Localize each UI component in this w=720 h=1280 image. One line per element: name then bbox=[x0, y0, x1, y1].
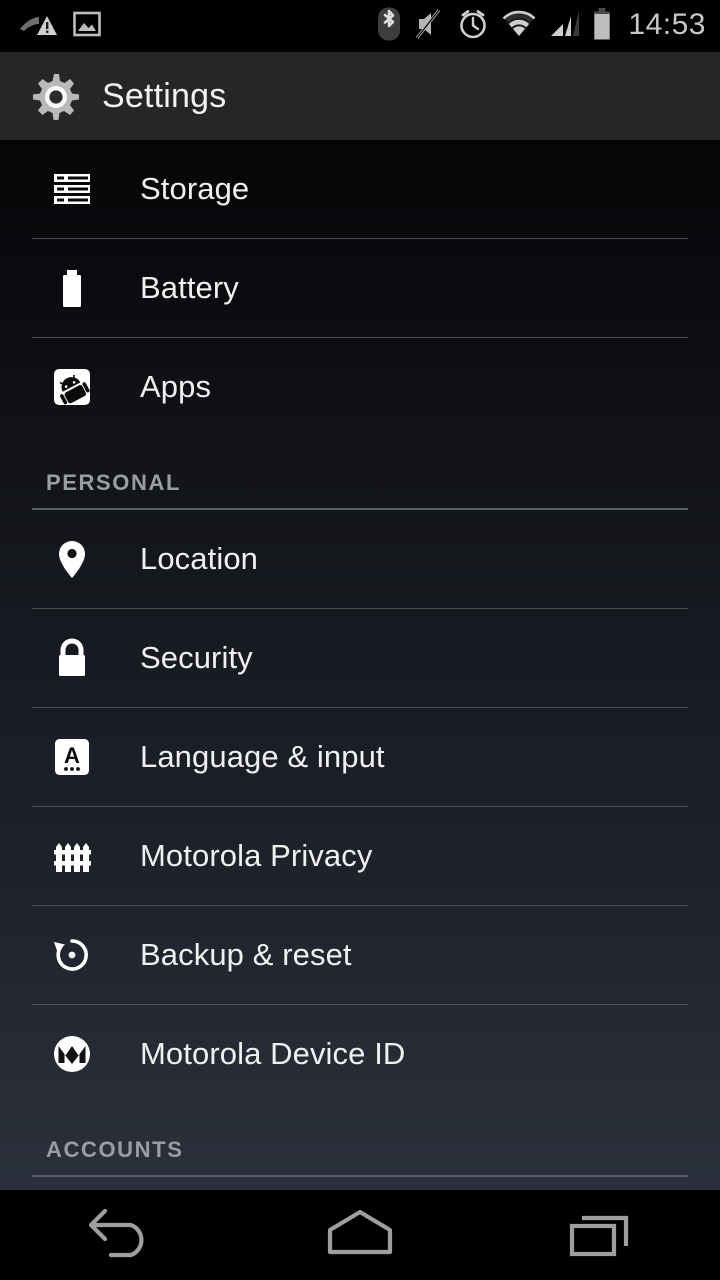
section-label: ACCOUNTS bbox=[46, 1137, 184, 1162]
screenshot-image-icon bbox=[72, 9, 102, 44]
svg-text:A: A bbox=[64, 743, 80, 768]
wifi-icon bbox=[502, 10, 536, 43]
language-a-icon: A bbox=[46, 731, 98, 783]
status-bar-right-icons: 14:53 bbox=[377, 7, 720, 46]
navigation-bar bbox=[0, 1190, 720, 1280]
settings-screen: 14:53 Settings Storage Battery Apps PERS… bbox=[0, 0, 720, 1280]
settings-item-label: Battery bbox=[140, 270, 239, 305]
signal-warning-icon bbox=[18, 9, 58, 44]
settings-item-label: Motorola Device ID bbox=[140, 1036, 406, 1071]
recents-icon bbox=[564, 1204, 636, 1267]
cellular-signal-icon bbox=[549, 9, 580, 43]
settings-item-motorola-privacy[interactable]: Motorola Privacy bbox=[0, 807, 720, 905]
status-bar-clock: 14:53 bbox=[628, 8, 706, 41]
settings-item-label: Security bbox=[140, 640, 253, 675]
settings-item-label: Storage bbox=[140, 171, 250, 206]
location-pin-icon bbox=[46, 533, 98, 585]
battery-icon bbox=[592, 7, 612, 45]
apps-android-icon bbox=[46, 361, 98, 413]
storage-icon bbox=[46, 163, 98, 215]
home-button[interactable] bbox=[285, 1190, 435, 1280]
settings-item-language-input[interactable]: A Language & input bbox=[0, 708, 720, 806]
settings-item-label: Motorola Privacy bbox=[140, 838, 373, 873]
back-arrow-icon bbox=[81, 1203, 159, 1268]
battery-icon bbox=[46, 262, 98, 314]
settings-item-label: Backup & reset bbox=[140, 937, 352, 972]
bluetooth-icon bbox=[377, 7, 401, 46]
settings-item-backup-reset[interactable]: Backup & reset bbox=[0, 906, 720, 1004]
section-header-accounts: ACCOUNTS bbox=[0, 1103, 720, 1175]
settings-item-label: Apps bbox=[140, 369, 212, 404]
section-label: PERSONAL bbox=[46, 470, 182, 495]
gear-icon bbox=[28, 70, 80, 122]
settings-item-security[interactable]: Security bbox=[0, 609, 720, 707]
backup-restore-icon bbox=[46, 929, 98, 981]
recents-button[interactable] bbox=[525, 1190, 675, 1280]
status-bar-left-icons bbox=[0, 9, 102, 44]
settings-item-label: Language & input bbox=[140, 739, 385, 774]
settings-item-location[interactable]: Location bbox=[0, 510, 720, 608]
action-bar: Settings bbox=[0, 52, 720, 140]
home-icon bbox=[324, 1204, 396, 1267]
settings-item-label: Location bbox=[140, 541, 259, 576]
settings-item-battery[interactable]: Battery bbox=[0, 239, 720, 337]
motorola-logo-icon bbox=[46, 1028, 98, 1080]
settings-item-account-partial[interactable] bbox=[0, 1177, 720, 1190]
lock-icon bbox=[46, 632, 98, 684]
volume-mute-icon bbox=[414, 8, 444, 45]
settings-list[interactable]: Storage Battery Apps PERSONAL Location S… bbox=[0, 140, 720, 1190]
status-bar: 14:53 bbox=[0, 0, 720, 52]
section-header-personal: PERSONAL bbox=[0, 436, 720, 508]
fence-icon bbox=[46, 830, 98, 882]
settings-item-apps[interactable]: Apps bbox=[0, 338, 720, 436]
alarm-clock-icon bbox=[457, 8, 489, 45]
settings-item-storage[interactable]: Storage bbox=[0, 140, 720, 238]
settings-item-motorola-device-id[interactable]: Motorola Device ID bbox=[0, 1005, 720, 1103]
back-button[interactable] bbox=[45, 1190, 195, 1280]
page-title: Settings bbox=[102, 76, 227, 115]
